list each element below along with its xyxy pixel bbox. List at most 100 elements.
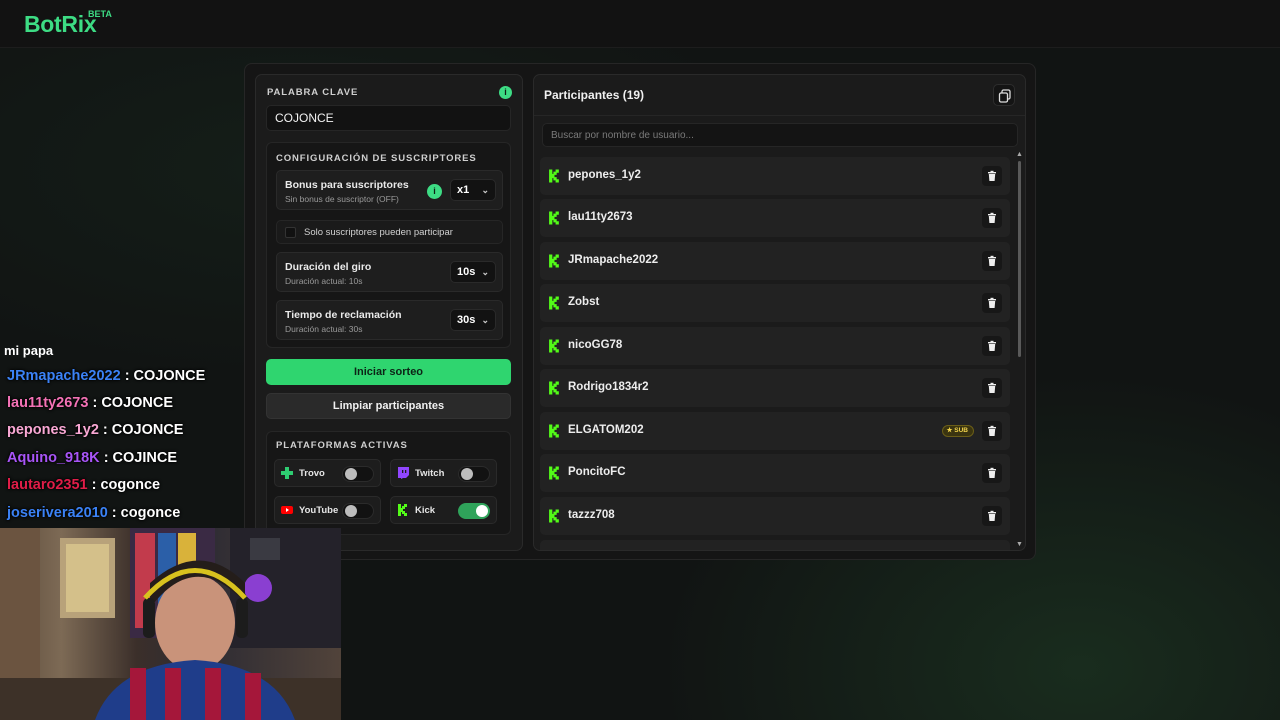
- delete-button[interactable]: [982, 166, 1002, 186]
- participant-name: lau11ty2673: [568, 211, 633, 223]
- platform-youtube: YouTube: [274, 496, 381, 524]
- keyword-input[interactable]: [266, 105, 511, 131]
- claim-time-dropdown[interactable]: 30s ⌄: [450, 309, 496, 331]
- spin-duration-subtitle: Duración actual: 10s: [285, 276, 363, 286]
- kick-icon: [549, 169, 559, 183]
- search-input[interactable]: [542, 123, 1018, 147]
- trash-icon: [988, 340, 996, 351]
- participant-name: ELGATOM202: [568, 424, 644, 436]
- participant-name: pepones_1y2: [568, 169, 641, 181]
- chat-line: Aquino_918K : COJINCE: [7, 450, 177, 466]
- beta-badge: BETA: [88, 9, 112, 19]
- subscriber-bonus-dropdown[interactable]: x1 ⌄: [450, 179, 496, 201]
- chat-message: : COJONCE: [120, 368, 206, 384]
- chat-partial-line: mi papa: [4, 343, 54, 358]
- participant-row[interactable]: nicoGG78: [540, 327, 1010, 365]
- participant-row[interactable]: pepones_1y2: [540, 157, 1010, 195]
- delete-button[interactable]: [982, 251, 1002, 271]
- platform-twitch: Twitch: [390, 459, 497, 487]
- platform-kick: Kick: [390, 496, 497, 524]
- delete-button[interactable]: [982, 208, 1002, 228]
- copy-button[interactable]: [993, 84, 1015, 106]
- platform-name: Twitch: [415, 468, 445, 479]
- delete-button[interactable]: [982, 463, 1002, 483]
- chat-message: : cogonce: [107, 505, 181, 521]
- kick-toggle[interactable]: [458, 503, 490, 519]
- participant-row[interactable]: lau11ty2673: [540, 199, 1010, 237]
- chevron-down-icon: ⌄: [481, 267, 489, 277]
- only-subscribers-label: Solo suscriptores pueden participar: [304, 227, 453, 238]
- chat-username: Aquino_918K: [7, 450, 100, 466]
- kick-icon: [549, 424, 559, 438]
- participant-row[interactable]: PoncitoFC: [540, 454, 1010, 492]
- subscriber-badge: ★ SUB: [941, 425, 974, 437]
- scroll-down-icon[interactable]: ▼: [1016, 541, 1023, 548]
- trash-icon: [988, 425, 996, 436]
- clear-participants-button[interactable]: Limpiar participantes: [266, 393, 511, 419]
- chat-line: JRmapache2022 : COJONCE: [7, 368, 205, 384]
- spin-duration-row: Duración del giro Duración actual: 10s 1…: [276, 252, 503, 292]
- scroll-up-icon[interactable]: ▲: [1016, 151, 1023, 158]
- spin-duration-dropdown[interactable]: 10s ⌄: [450, 261, 496, 283]
- kick-icon: [549, 211, 559, 225]
- delete-button[interactable]: [982, 336, 1002, 356]
- keyword-label: PALABRA CLAVE: [267, 87, 359, 98]
- start-giveaway-button[interactable]: Iniciar sorteo: [266, 359, 511, 385]
- trash-icon: [988, 382, 996, 393]
- participant-row[interactable]: Zobst: [540, 284, 1010, 322]
- chat-username: JRmapache2022: [7, 368, 121, 384]
- delete-button[interactable]: [982, 293, 1002, 313]
- youtube-icon: [281, 506, 293, 514]
- chat-line: pepones_1y2 : COJONCE: [7, 422, 183, 438]
- subscriber-bonus-subtitle: Sin bonus de suscriptor (OFF): [285, 194, 399, 204]
- youtube-toggle[interactable]: [342, 503, 374, 519]
- participants-list: pepones_1y2 lau11ty2673 JRmapache2022 Zo…: [540, 157, 1012, 550]
- trash-icon: [988, 255, 996, 266]
- participant-name: Zobst: [568, 296, 600, 308]
- chevron-down-icon: ⌄: [481, 185, 489, 195]
- delete-button[interactable]: [982, 421, 1002, 441]
- participant-row[interactable]: tazzz708: [540, 497, 1010, 535]
- chat-username: joserivera2010: [7, 505, 108, 521]
- subscriber-bonus-row: Bonus para suscriptores Sin bonus de sus…: [276, 170, 503, 210]
- info-icon[interactable]: i: [427, 184, 442, 199]
- claim-time-value: 30s: [457, 314, 476, 326]
- info-icon[interactable]: i: [499, 86, 512, 99]
- delete-button[interactable]: [982, 506, 1002, 526]
- kick-icon: [549, 339, 559, 353]
- delete-button[interactable]: [982, 378, 1002, 398]
- kick-icon: [549, 381, 559, 395]
- subscriber-config-section: CONFIGURACIÓN DE SUSCRIPTORES Bonus para…: [266, 142, 511, 348]
- trash-icon: [988, 170, 996, 181]
- header-divider: [534, 115, 1025, 116]
- copy-icon: [998, 89, 1011, 103]
- only-subscribers-row[interactable]: Solo suscriptores pueden participar: [276, 220, 503, 244]
- chat-line: lautaro2351 : cogonce: [7, 477, 160, 493]
- giveaway-panel: PALABRA CLAVE i CONFIGURACIÓN DE SUSCRIP…: [244, 63, 1036, 560]
- participant-name: tazzz708: [568, 509, 615, 521]
- platform-name: YouTube: [299, 505, 339, 516]
- participant-row[interactable]: Rodrigo1834r2: [540, 369, 1010, 407]
- subscriber-bonus-value: x1: [457, 184, 470, 196]
- chevron-down-icon: ⌄: [481, 315, 489, 325]
- participant-row-partial[interactable]: [540, 540, 1010, 550]
- scrollbar-thumb[interactable]: [1018, 161, 1021, 357]
- twitch-toggle[interactable]: [458, 466, 490, 482]
- trash-icon: [988, 510, 996, 521]
- trovo-toggle[interactable]: [342, 466, 374, 482]
- participants-scrollbar[interactable]: ▲ ▼: [1016, 151, 1023, 548]
- claim-time-subtitle: Duración actual: 30s: [285, 324, 363, 334]
- only-subscribers-checkbox[interactable]: [285, 227, 296, 238]
- participant-row[interactable]: JRmapache2022: [540, 242, 1010, 280]
- participant-name: Rodrigo1834r2: [568, 381, 649, 393]
- app-logo[interactable]: BotRix: [24, 11, 97, 38]
- participant-row[interactable]: ELGATOM202 ★ SUB: [540, 412, 1010, 450]
- participant-name: PoncitoFC: [568, 466, 626, 478]
- settings-panel: PALABRA CLAVE i CONFIGURACIÓN DE SUSCRIP…: [255, 74, 523, 551]
- trash-icon: [988, 212, 996, 223]
- kick-icon: [549, 296, 559, 310]
- active-platforms-label: PLATAFORMAS ACTIVAS: [276, 440, 408, 451]
- trash-icon: [988, 467, 996, 478]
- chat-username: lautaro2351: [7, 477, 88, 493]
- chat-message: : COJINCE: [99, 450, 178, 466]
